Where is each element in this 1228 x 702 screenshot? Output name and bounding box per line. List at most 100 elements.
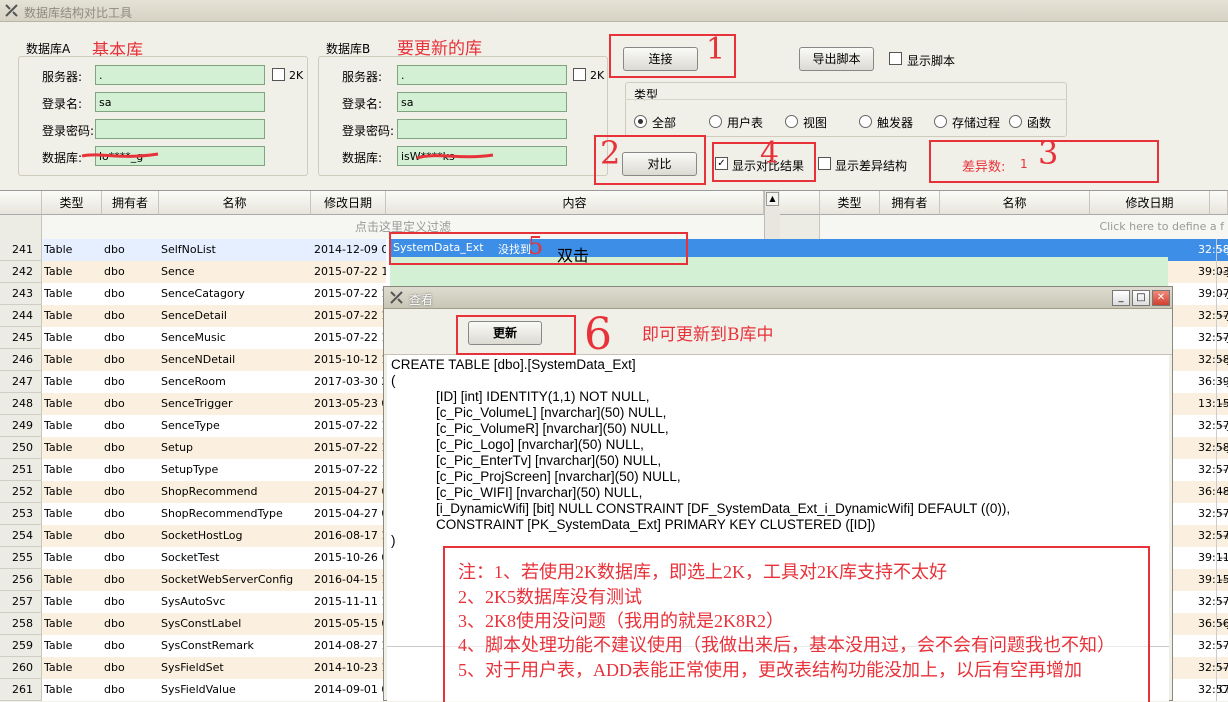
right-table-row[interactable]: 32:57--i xyxy=(1168,591,1228,613)
table-row[interactable]: 251Table dbo SetupType 2015-07-22 10: xyxy=(0,459,386,481)
db-b-server-input[interactable]: . xyxy=(397,65,567,85)
table-row[interactable]: 243Table dbo SenceCatagory 2015-07-22 10: xyxy=(0,283,386,305)
col-header-name[interactable]: 名称 xyxy=(159,191,311,215)
table-row[interactable]: 249Table dbo SenceType 2015-07-22 10: xyxy=(0,415,386,437)
type-radio-all[interactable] xyxy=(634,115,647,128)
db-b-password-input[interactable] xyxy=(397,119,567,139)
table-row[interactable]: 250Table dbo Setup 2015-07-22 10: xyxy=(0,437,386,459)
type-option-label: 用户表 xyxy=(727,116,764,130)
row-number: 261 xyxy=(0,679,42,701)
right-table-row[interactable]: 32:58--j xyxy=(1168,239,1228,261)
right-filter-row[interactable]: Click here to define a f xyxy=(820,215,1228,239)
type-radio-user-table[interactable] xyxy=(709,115,722,128)
col-header-type[interactable]: 类型 xyxy=(42,191,102,215)
db-b-login-input[interactable]: sa xyxy=(397,92,567,112)
right-col-header-owner[interactable]: 拥有者 xyxy=(880,191,940,215)
cell-owner: dbo xyxy=(104,639,125,652)
table-row[interactable]: 247Table dbo SenceRoom 2017-03-30 21: xyxy=(0,371,386,393)
type-radio-function[interactable] xyxy=(1009,115,1022,128)
right-table-row[interactable]: 32:57CR xyxy=(1168,679,1228,701)
table-row[interactable]: 260Table dbo SysFieldSet 2014-10-23 14: xyxy=(0,657,386,679)
table-row[interactable]: 259Table dbo SysConstRemark 2014-08-27 10: xyxy=(0,635,386,657)
cell-name: SelfNoList xyxy=(161,243,216,256)
db-a-server-input[interactable]: . xyxy=(95,65,265,85)
db-a-login-input[interactable]: sa xyxy=(95,92,265,112)
right-cell-extra: --i xyxy=(1216,481,1228,503)
cell-name: SenceMusic xyxy=(161,331,226,344)
table-row[interactable]: 252Table dbo ShopRecommend 2015-04-27 09: xyxy=(0,481,386,503)
diff-count-label: 差异数: xyxy=(962,160,1006,175)
right-table-row[interactable]: 32:57--i xyxy=(1168,503,1228,525)
db-b-db-label: 数据库: xyxy=(342,151,383,165)
table-row[interactable]: 256 Table dbo SocketWebServerConfig 2016-04-… xyxy=(0,569,386,591)
type-radio-view[interactable] xyxy=(785,115,798,128)
right-col-header-date[interactable]: 修改日期 xyxy=(1090,191,1210,215)
right-col-header-name[interactable]: 名称 xyxy=(940,191,1090,215)
db-a-password-input[interactable] xyxy=(95,119,265,139)
sql-line: [c_Pic_EnterTv] [nvarchar](50) NULL, xyxy=(391,453,662,468)
table-row[interactable]: 258Table dbo SysConstLabel 2015-05-15 09: xyxy=(0,613,386,635)
right-table-row[interactable]: 32:57--i xyxy=(1168,635,1228,657)
table-row[interactable]: 242Table dbo Sence 2015-07-22 10: xyxy=(0,261,386,283)
table-row[interactable]: 254Table dbo SocketHostLog 2016-08-17 19: xyxy=(0,525,386,547)
right-table-row[interactable]: 32:57--i xyxy=(1168,459,1228,481)
db-a-login-label: 登录名: xyxy=(42,97,83,111)
right-col-header-type[interactable]: 类型 xyxy=(820,191,880,215)
show-script-checkbox[interactable] xyxy=(889,52,902,65)
cell-name: SysFieldSet xyxy=(161,661,224,674)
right-table-row[interactable]: 32:57--j xyxy=(1168,415,1228,437)
type-radio-trigger[interactable] xyxy=(859,115,872,128)
table-row[interactable]: 248Table dbo SenceTrigger 2013-05-23 09: xyxy=(0,393,386,415)
cell-type: Table xyxy=(44,529,73,542)
col-header-owner[interactable]: 拥有者 xyxy=(102,191,159,215)
close-icon[interactable]: ✕ xyxy=(1152,290,1170,306)
right-table-row[interactable]: 39:03--j xyxy=(1168,261,1228,283)
db-a-2k-checkbox[interactable] xyxy=(272,68,285,81)
col-header-content[interactable]: 内容 xyxy=(386,191,764,215)
cell-name: SenceCatagory xyxy=(161,287,245,300)
table-row[interactable]: 255Table dbo SocketTest 2015-10-26 09: xyxy=(0,547,386,569)
export-script-button[interactable]: 导出脚本 xyxy=(799,47,874,71)
right-table-row[interactable]: 32:57--j xyxy=(1168,305,1228,327)
sql-line: [c_Pic_VolumeL] [nvarchar](50) NULL, xyxy=(391,405,667,420)
col-header-date[interactable]: 修改日期 xyxy=(311,191,386,215)
right-table-row[interactable]: 32:58--j xyxy=(1168,349,1228,371)
db-b-group-label: 数据库B xyxy=(326,42,371,56)
table-row[interactable]: 241Table dbo SelfNoList 2014-12-09 09: xyxy=(0,239,386,261)
type-radio-procedure[interactable] xyxy=(934,115,947,128)
right-table-row[interactable]: 32:58--j xyxy=(1168,437,1228,459)
annotation-box-6 xyxy=(456,315,576,355)
right-table-row[interactable]: 32:57--i xyxy=(1168,657,1228,679)
right-table-row[interactable]: 32:57--B xyxy=(1168,525,1228,547)
minimize-icon[interactable]: _ xyxy=(1112,290,1130,306)
scrollbar[interactable]: ▲ xyxy=(764,191,780,239)
cell-type: Table xyxy=(44,507,73,520)
right-table-row[interactable]: 39:15--i xyxy=(1168,569,1228,591)
right-table-row[interactable]: 36:39--j xyxy=(1168,371,1228,393)
cell-date: 2014-10-23 14: xyxy=(314,661,386,674)
table-row[interactable]: 245Table dbo SenceMusic 2015-07-22 10: xyxy=(0,327,386,349)
maximize-icon[interactable]: □ xyxy=(1132,290,1150,306)
table-row[interactable]: 257Table dbo SysAutoSvc 2015-11-11 10: xyxy=(0,591,386,613)
table-row[interactable]: 253Table dbo ShopRecommendType 2015-04-27 0… xyxy=(0,503,386,525)
table-row[interactable]: 261Table dbo SysFieldValue 2014-09-01 09: xyxy=(0,679,386,701)
cell-name: SysConstLabel xyxy=(161,617,242,630)
cell-type: Table xyxy=(44,661,73,674)
right-table-row[interactable]: 39:11--i xyxy=(1168,547,1228,569)
annotation-update-to-b: 即可更新到B库中 xyxy=(642,325,774,345)
cell-date: 2015-07-22 10: xyxy=(314,419,386,432)
right-table-row[interactable]: 39:07--j xyxy=(1168,283,1228,305)
table-row[interactable]: 244Table dbo SenceDetail 2015-07-22 10: xyxy=(0,305,386,327)
annotation-num-3: 3 xyxy=(1038,134,1059,172)
scroll-up-icon[interactable]: ▲ xyxy=(766,192,779,206)
right-table-row[interactable]: 13:15--C xyxy=(1168,393,1228,415)
table-row[interactable]: 246Table dbo SenceNDetail 2015-10-12 11: xyxy=(0,349,386,371)
row-number: 260 xyxy=(0,657,42,679)
right-table-row[interactable]: 36:56--j xyxy=(1168,613,1228,635)
db-b-2k-checkbox[interactable] xyxy=(573,68,586,81)
right-table-row[interactable]: 32:57--j xyxy=(1168,327,1228,349)
show-diff-structure-checkbox[interactable] xyxy=(818,157,831,170)
cell-name: SocketWebServerConfig xyxy=(161,573,294,586)
right-table-row[interactable]: 36:48--i xyxy=(1168,481,1228,503)
type-option-label: 视图 xyxy=(803,116,828,130)
